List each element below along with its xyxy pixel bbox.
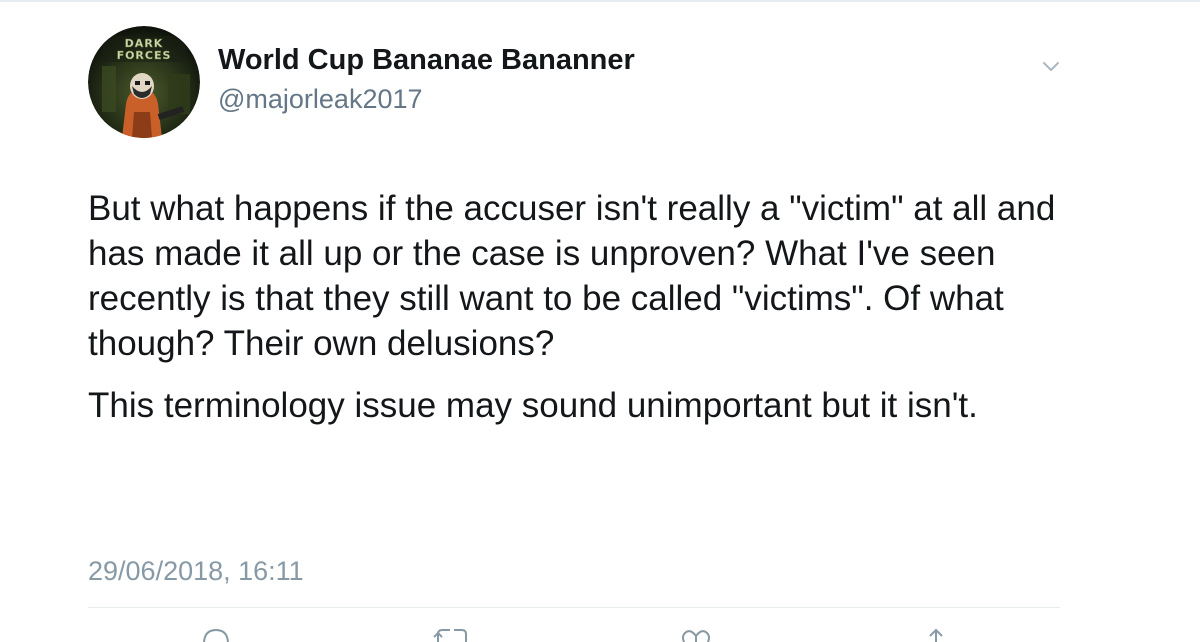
- action-bar-divider: [88, 607, 1060, 608]
- retweet-button[interactable]: [432, 624, 472, 642]
- reply-button[interactable]: [196, 624, 236, 642]
- dark-forces-stormtrooper-avatar-icon: DARK FORCES: [88, 26, 200, 138]
- svg-text:FORCES: FORCES: [117, 49, 172, 62]
- tweet-paragraph: This terminology issue may sound unimpor…: [88, 386, 978, 425]
- top-divider: [0, 0, 1200, 2]
- display-name[interactable]: World Cup Bananae Bananner: [218, 44, 635, 77]
- tweet-menu-button[interactable]: [1034, 52, 1068, 82]
- tweet-paragraph: But what happens if the accuser isn't re…: [88, 189, 1056, 363]
- tweet-text: But what happens if the accuser isn't re…: [88, 186, 1088, 428]
- like-button[interactable]: [676, 624, 716, 642]
- retweet-icon: [433, 629, 467, 642]
- chevron-down-icon: [1043, 62, 1059, 71]
- share-icon: [929, 628, 943, 642]
- tweet-timestamp[interactable]: 29/06/2018, 16:11: [88, 556, 304, 587]
- avatar[interactable]: DARK FORCES: [88, 26, 200, 138]
- reply-icon: [203, 628, 229, 642]
- heart-icon: [682, 630, 710, 642]
- share-button[interactable]: [916, 624, 956, 642]
- user-handle[interactable]: @majorleak2017: [218, 84, 423, 115]
- avatar-logo: DARK FORCES: [102, 36, 186, 62]
